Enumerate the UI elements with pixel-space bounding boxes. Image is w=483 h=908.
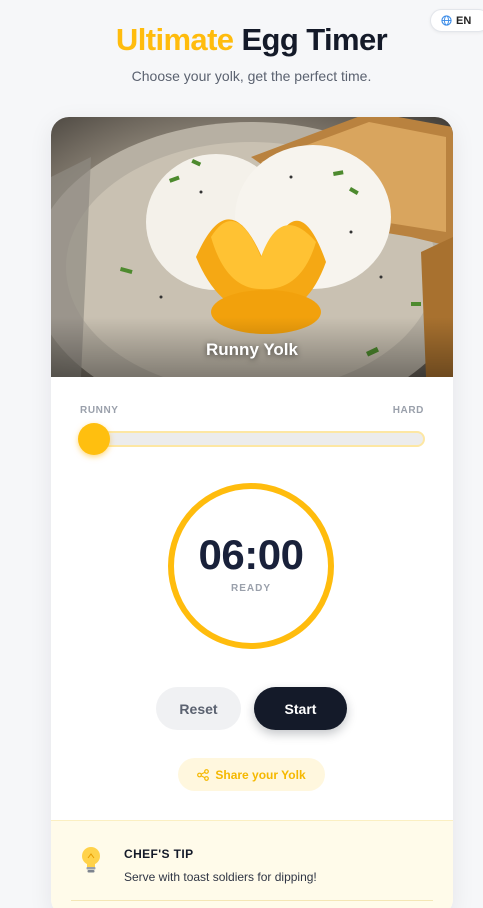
share-button[interactable]: Share your Yolk <box>178 758 325 791</box>
timer-display: 06:00 <box>198 531 304 578</box>
slider-max-label: HARD <box>392 405 424 416</box>
egg-photo: Runny Yolk <box>51 117 453 377</box>
title-rest: Egg Timer <box>241 22 388 57</box>
slider-labels: RUNNY HARD <box>80 405 424 416</box>
tip-text: Serve with toast soldiers for dipping! <box>124 870 317 884</box>
page-subtitle: Choose your yolk, get the perfect time. <box>131 68 372 84</box>
doneness-slider-thumb[interactable] <box>78 423 110 455</box>
chefs-tip: CHEF'S TIP Serve with toast soldiers for… <box>51 820 453 908</box>
tip-title: CHEF'S TIP <box>124 847 194 861</box>
start-button[interactable]: Start <box>254 687 347 730</box>
share-icon <box>197 768 210 781</box>
yolk-type-label: Runny Yolk <box>206 340 298 359</box>
timer-card: Runny Yolk RUNNY HARD 06:00 READY Reset … <box>51 117 453 908</box>
title-accent: Ultimate <box>115 22 234 57</box>
lightbulb-icon <box>82 847 100 873</box>
doneness-slider-track[interactable] <box>80 431 425 447</box>
timer-status: READY <box>230 583 271 594</box>
reset-button[interactable]: Reset <box>156 687 241 730</box>
divider <box>71 900 433 901</box>
slider-min-label: RUNNY <box>80 405 119 416</box>
page-title: Ultimate Egg Timer <box>0 22 483 58</box>
share-label: Share your Yolk <box>215 767 306 782</box>
